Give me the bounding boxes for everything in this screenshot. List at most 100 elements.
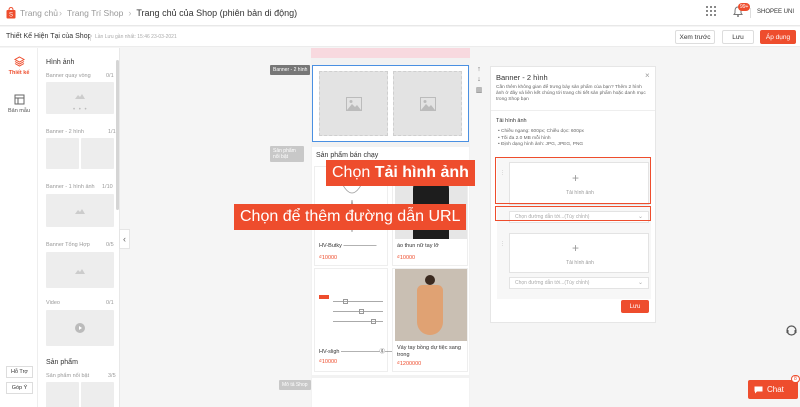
home-link-label: Trang chủ (20, 8, 58, 18)
upload-specs: • Chiều ngang: 600px; Chiều dọc: 600px •… (498, 129, 584, 149)
arrow-down-icon[interactable]: ↓ (477, 76, 481, 83)
component-count: 0/5 (106, 242, 114, 248)
component-label: Banner - 2 hình (46, 129, 84, 135)
divider (750, 8, 751, 18)
breadcrumb-current: Trang chủ của Shop (phiên bản di động) (136, 8, 298, 18)
design-toolbar: Thiết Kế Hiện Tại của Shop Lần Lưu gần n… (0, 27, 800, 47)
rail-item-template[interactable]: Bản mẫu (0, 94, 38, 114)
upload-heading: Tải hình ảnh (496, 118, 527, 124)
banner-mix-thumbnail[interactable] (46, 252, 114, 288)
preview-button[interactable]: Xem trước (675, 30, 715, 44)
top-bar: S Trang chủ › Trang Trí Shop › Trang chủ… (0, 0, 800, 26)
link-select-placeholder: Chọn đường dẫn tới...(Tùy chỉnh) (515, 280, 590, 286)
arrow-up-icon[interactable]: ↑ (477, 66, 481, 73)
rail-item-design[interactable]: Thiết kế (0, 56, 38, 76)
rail-item-design-label: Thiết kế (8, 70, 30, 76)
canvas-top-strip (311, 48, 470, 58)
banner-image-slot-1[interactable] (319, 71, 388, 136)
image-icon (346, 97, 362, 111)
image-icon (75, 209, 85, 214)
banner-carousel-thumbnail[interactable]: • • • (46, 82, 114, 114)
layers-icon (13, 56, 25, 67)
breadcrumb-shop-decor[interactable]: Trang Trí Shop (67, 8, 123, 18)
drag-handle-icon[interactable]: ⋮ (500, 241, 505, 247)
breadcrumb-separator: › (128, 8, 132, 18)
banner-2-block[interactable] (312, 65, 469, 142)
upload-image-label: Tải hình ảnh (566, 260, 594, 266)
component-label: Banner Tổng Hợp (46, 242, 90, 248)
product-price: ₫10000 (319, 359, 338, 365)
product-price: ₫1200000 (397, 361, 422, 367)
home-link[interactable]: S Trang chủ (6, 7, 58, 19)
featured-thumbnail-left[interactable] (46, 382, 79, 407)
last-saved-text: Lần Lưu gần nhất: 15:46 23-03-2021 (95, 34, 177, 40)
featured-thumbnail-right[interactable] (81, 382, 114, 407)
feedback-button-label: Góp Ý (11, 385, 28, 391)
component-label: Banner - 1 hình ảnh (46, 184, 95, 190)
feedback-button[interactable]: Góp Ý (6, 382, 33, 394)
preview-button-label: Xem trước (679, 33, 711, 41)
link-select-2[interactable]: Chọn đường dẫn tới...(Tùy chỉnh) ⌄ (509, 277, 649, 289)
component-label: Sản phẩm nổi bật (46, 373, 90, 379)
component-count: 0/1 (106, 300, 114, 306)
user-name[interactable]: SHOPEE UNI (757, 9, 794, 15)
breadcrumb-separator: › (59, 8, 62, 18)
chat-badge: 8 (791, 375, 800, 383)
product-card[interactable]: Váy tay bồng dự tiệc sang trong ₫1200000 (392, 268, 468, 372)
section-product-title: Sản phẩm (46, 359, 78, 366)
product-price: ₫10000 (397, 255, 416, 261)
help-button-label: Hỗ Trợ (10, 369, 29, 375)
product-name: Váy tay bồng dự tiệc sang trong (397, 345, 461, 358)
editor-title: Banner - 2 hình (496, 73, 548, 82)
callout-upload-bold: Tải hình ảnh (374, 164, 469, 181)
shopee-bag-icon: S (6, 7, 16, 19)
spec-text: Tối đa 2.0 MB mỗi hình (500, 135, 551, 141)
image-icon (75, 269, 85, 274)
product-name: áo thun nữ tay lỡ (397, 243, 439, 249)
chat-label: Chat (767, 385, 784, 394)
save-button[interactable]: Lưu (722, 30, 754, 44)
divider (90, 34, 91, 41)
banner-image-slot-2[interactable] (393, 71, 462, 136)
banner-2-thumbnail-right[interactable] (81, 138, 114, 169)
apply-button-label: Áp dụng (765, 33, 791, 41)
chevron-left-icon: ‹ (123, 234, 126, 244)
callout-upload-image: Chọn Tải hình ảnh (326, 160, 475, 186)
image-icon (75, 94, 85, 99)
spec-text: Định dạng hình ảnh: JPG, JPEG, PNG (501, 142, 584, 147)
product-name: HV-Butky —————— (319, 243, 377, 249)
highlight-upload-box (495, 157, 651, 204)
apply-button[interactable]: Áp dụng (760, 30, 796, 44)
editor-save-button[interactable]: Lưu (621, 300, 649, 313)
chevron-down-icon: ⌄ (638, 280, 644, 286)
block-action-toolbar: ↑ ↓ ▥ (474, 66, 484, 100)
component-count: 1/10 (102, 184, 113, 190)
section-image-title: Hình ảnh (46, 59, 75, 66)
support-headset-icon[interactable] (786, 325, 797, 336)
product-image-diagram (319, 291, 385, 331)
spec-text: Chiều ngang: 600px; Chiều dọc: 600px (501, 129, 584, 134)
component-label: Video (46, 300, 60, 306)
rail-item-template-label: Bản mẫu (7, 108, 30, 114)
chat-button[interactable]: Chat (748, 380, 798, 399)
component-count: 0/1 (106, 73, 114, 79)
highlight-link-select (495, 206, 651, 221)
divider (491, 110, 655, 111)
product-card[interactable]: HV-sligh ———————ⓖ———— ₫10000 (314, 268, 407, 372)
collapse-panel-button[interactable]: ‹ (119, 229, 130, 249)
trash-icon[interactable]: ▥ (476, 86, 483, 94)
apps-grid-icon[interactable] (706, 6, 716, 16)
banner-1-thumbnail[interactable] (46, 194, 114, 227)
product-price: ₫10000 (319, 255, 338, 261)
panel-scrollbar[interactable] (116, 60, 119, 210)
product-image-dress (395, 269, 467, 341)
carousel-dots: • • • (73, 107, 88, 113)
help-button[interactable]: Hỗ Trợ (6, 366, 33, 378)
upload-image-box-2[interactable]: + Tải hình ảnh (509, 233, 649, 273)
close-icon[interactable]: × (645, 71, 650, 80)
editor-save-label: Lưu (629, 303, 641, 310)
video-thumbnail[interactable] (46, 310, 114, 346)
shop-description-block[interactable] (312, 378, 469, 407)
banner-2-thumbnail-left[interactable] (46, 138, 79, 169)
current-design-title: Thiết Kế Hiện Tại của Shop (6, 33, 92, 40)
